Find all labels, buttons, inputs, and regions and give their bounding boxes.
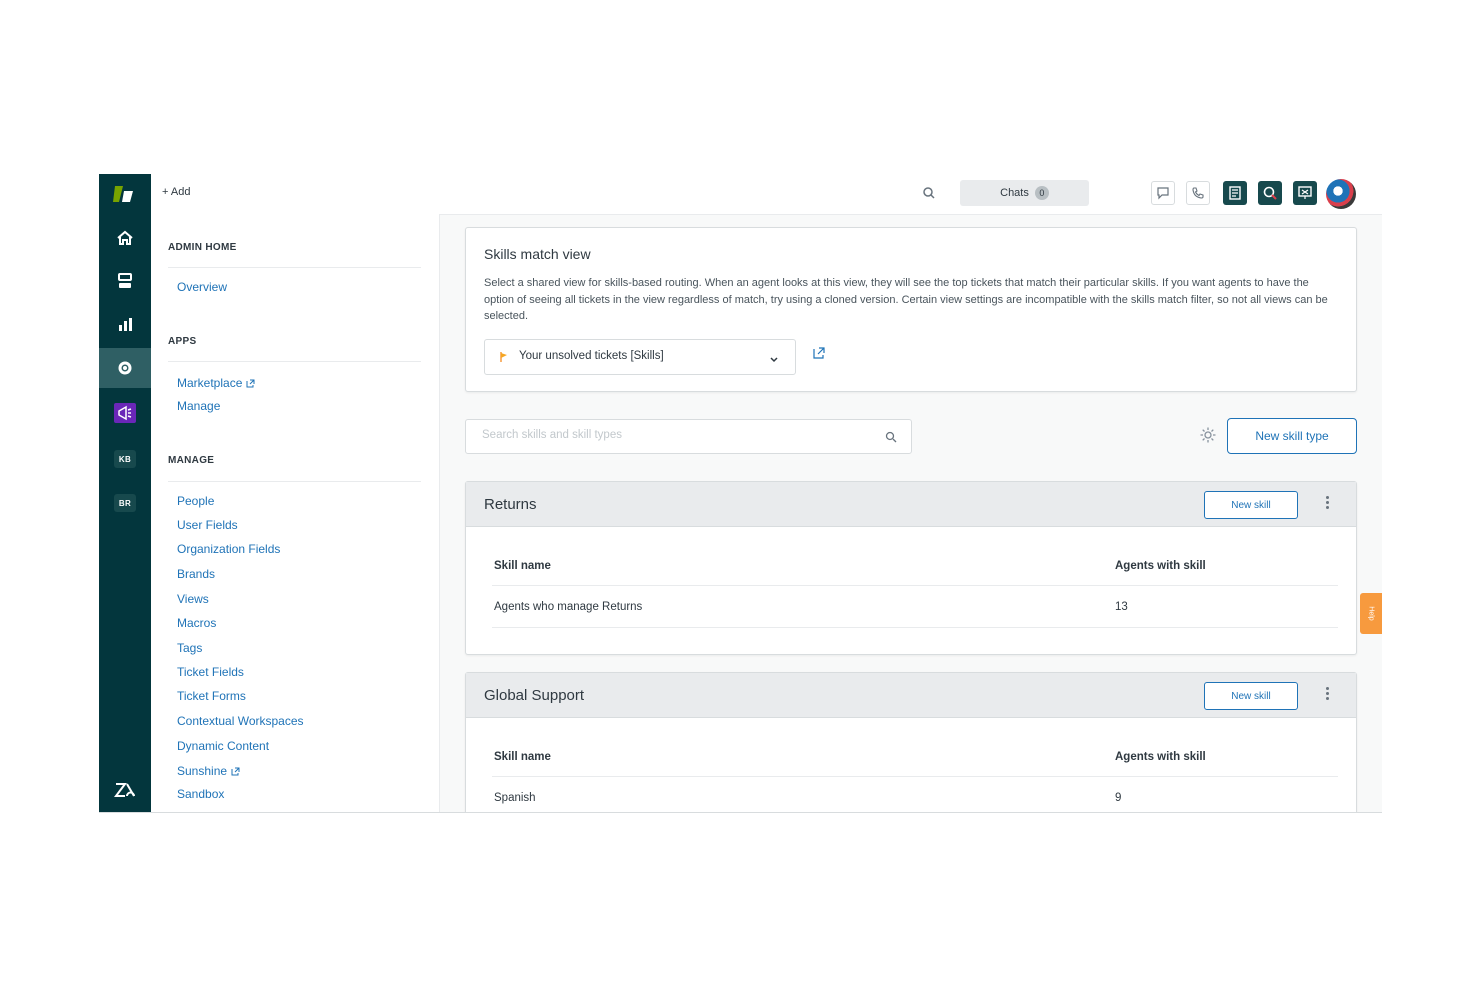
nav-divider (168, 481, 421, 482)
zendesk-logo-icon[interactable] (99, 770, 151, 810)
product-rail: KB BR (99, 174, 151, 812)
app-search-icon[interactable] (1258, 181, 1282, 205)
gear-icon[interactable] (1199, 426, 1217, 449)
selected-view-value: Your unsolved tickets [Skills] (519, 350, 664, 362)
add-button[interactable]: + Add (162, 186, 190, 198)
phone-icon[interactable] (1186, 181, 1210, 205)
tickets-icon[interactable] (99, 261, 151, 301)
admin-home-heading: ADMIN HOME (168, 242, 237, 253)
skills-match-view-description: Select a shared view for skills-based ro… (484, 277, 1328, 322)
nav-divider (168, 267, 421, 268)
user-avatar[interactable] (1326, 179, 1356, 209)
agents-count-cell: 9 (1115, 792, 1122, 804)
skills-match-view-title: Skills match view (484, 246, 591, 262)
skills-search-input[interactable] (480, 428, 874, 442)
table-divider (492, 585, 1338, 586)
skill-group-header: Global Support New skill (466, 673, 1356, 718)
nav-divider (168, 361, 421, 362)
skills-search-field[interactable] (465, 419, 912, 454)
sidebar-item-ticket-fields[interactable]: Ticket Fields (177, 665, 244, 679)
sidebar-item-manage[interactable]: Manage (177, 399, 220, 413)
sidebar-item-contextual-workspaces[interactable]: Contextual Workspaces (177, 714, 304, 728)
help-widget-tab[interactable]: Help (1360, 593, 1382, 634)
top-bar: + Add Chats 0 (151, 174, 1382, 215)
skill-group-title: Returns (484, 496, 537, 513)
skill-name-cell[interactable]: Spanish (494, 792, 536, 804)
sidebar-item-marketplace-label: Marketplace (177, 376, 243, 390)
search-icon[interactable] (921, 185, 937, 201)
open-view-external-link-icon[interactable] (812, 346, 826, 365)
help-tab-label: Help (1367, 606, 1375, 621)
app-presentation-icon[interactable] (1293, 181, 1317, 205)
table-divider (492, 627, 1338, 628)
reporting-icon[interactable] (99, 304, 151, 344)
manage-heading: MANAGE (168, 455, 215, 466)
main-content: Skills match view Select a shared view f… (439, 214, 1382, 812)
kebab-icon[interactable] (1326, 496, 1330, 511)
sidebar-item-sandbox[interactable]: Sandbox (177, 787, 224, 801)
kebab-icon[interactable] (1326, 687, 1330, 702)
sidebar-item-dynamic-content[interactable]: Dynamic Content (177, 739, 269, 753)
sidebar-item-brands[interactable]: Brands (177, 567, 215, 581)
app-notes-icon[interactable] (1223, 181, 1247, 205)
knowledge-base-badge[interactable]: KB (99, 439, 151, 479)
chat-bubble-icon[interactable] (1151, 181, 1175, 205)
skill-group-card: Global Support New skill Skill name Agen… (465, 672, 1357, 812)
column-header-agents-with-skill: Agents with skill (1115, 560, 1206, 572)
sidebar-item-sunshine[interactable]: Sunshine (177, 764, 240, 779)
home-icon[interactable] (99, 218, 151, 258)
column-header-agents-with-skill: Agents with skill (1115, 751, 1206, 763)
zendesk-product-logo-icon[interactable] (111, 182, 139, 206)
kb-badge-label: KB (114, 450, 136, 468)
sidebar-item-marketplace[interactable]: Marketplace (177, 376, 255, 391)
chats-count-badge: 0 (1034, 186, 1049, 200)
apps-heading: APPS (168, 336, 197, 347)
sidebar-item-macros[interactable]: Macros (177, 616, 216, 630)
column-header-skill-name: Skill name (494, 751, 551, 763)
agents-count-cell: 13 (1115, 601, 1128, 613)
sidebar-item-ticket-forms[interactable]: Ticket Forms (177, 689, 246, 703)
sidebar-item-people[interactable]: People (177, 494, 214, 508)
zendesk-admin-app: KB BR + Add Chats 0 ADMIN HOME Overview … (99, 174, 1382, 813)
settings-icon[interactable] (99, 348, 151, 388)
chats-label: Chats (1000, 187, 1029, 199)
br-badge-label: BR (114, 494, 136, 512)
skills-match-view-card: Skills match view Select a shared view f… (465, 227, 1357, 392)
sidebar-item-sunshine-label: Sunshine (177, 764, 228, 778)
sidebar-item-overview[interactable]: Overview (177, 280, 227, 294)
skill-group-title: Global Support (484, 687, 585, 704)
skill-group-header: Returns New skill (466, 482, 1356, 527)
guide-icon[interactable] (99, 393, 151, 433)
sidebar-item-organization-fields[interactable]: Organization Fields (177, 542, 280, 556)
admin-sidebar: ADMIN HOME Overview APPS Marketplace Man… (151, 214, 440, 812)
new-skill-type-button[interactable]: New skill type (1227, 418, 1357, 454)
search-icon (885, 430, 897, 448)
new-skill-button[interactable]: New skill (1204, 682, 1298, 710)
skill-name-cell[interactable]: Agents who manage Returns (494, 601, 642, 613)
sidebar-item-tags[interactable]: Tags (177, 641, 202, 655)
view-select-dropdown[interactable]: Your unsolved tickets [Skills] (484, 339, 796, 375)
chats-toggle[interactable]: Chats 0 (960, 180, 1089, 206)
br-product-badge[interactable]: BR (99, 483, 151, 523)
skill-group-card: Returns New skill Skill name Agents with… (465, 481, 1357, 655)
new-skill-button[interactable]: New skill (1204, 491, 1298, 519)
chevron-down-icon (769, 351, 779, 369)
external-link-icon (231, 765, 240, 779)
column-header-skill-name: Skill name (494, 560, 551, 572)
table-divider (492, 776, 1338, 777)
sidebar-item-user-fields[interactable]: User Fields (177, 518, 238, 532)
sidebar-item-views[interactable]: Views (177, 592, 209, 606)
external-link-icon (246, 377, 255, 391)
flag-icon (499, 350, 509, 368)
